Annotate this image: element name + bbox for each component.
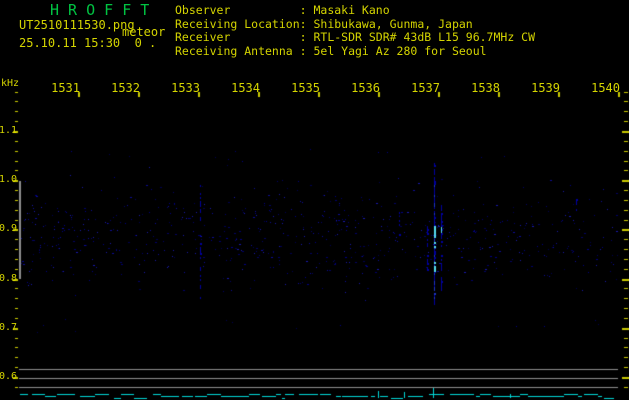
freq-tick-label: 0.7: [0, 321, 18, 333]
time-tick-label: 1537: [411, 81, 440, 95]
spectrogram-canvas: [0, 0, 629, 400]
time-tick-label: 1536: [351, 81, 380, 95]
time-tick-label: 1535: [291, 81, 320, 95]
freq-tick-label: 0.9: [0, 223, 18, 235]
station-info-row: Observer : Masaki Kano: [175, 3, 390, 17]
freq-axis-unit-label: kHz: [1, 78, 20, 89]
station-info-block: Observer : Masaki Kano Receiving Location…: [175, 3, 536, 58]
freq-tick-label: 0.8: [0, 272, 18, 284]
freq-tick-label: 0.6: [0, 371, 18, 382]
time-tick-label: 1534: [231, 81, 260, 95]
time-tick-label: 1532: [111, 81, 140, 95]
station-info-row: Receiving Antenna : 5el Yagi Az 280 for …: [175, 43, 487, 58]
datetime-count-line: 25.10.11 15:30 0 .: [19, 36, 157, 50]
station-info-row: Receiving Location: Shibukawa, Gunma, Ja…: [175, 16, 473, 31]
app-title: H R O F F T: [50, 1, 150, 19]
time-tick-label: 1531: [51, 81, 80, 95]
time-tick-label: 1538: [471, 81, 500, 95]
time-tick-label: 1539: [531, 81, 560, 95]
output-filename: UT2510111530.png: [19, 18, 135, 32]
freq-tick-label: 1.0: [0, 174, 18, 186]
hrofft-screen: { "header": { "title": "H R O F F T", "f…: [0, 0, 629, 400]
station-info-row: Receiver : RTL-SDR SDR# 43dB L15 96.7MHz…: [175, 30, 536, 44]
time-tick-label: 1540: [591, 81, 620, 95]
time-tick-label: 1533: [171, 81, 200, 95]
freq-tick-label: 1.1: [0, 125, 18, 136]
